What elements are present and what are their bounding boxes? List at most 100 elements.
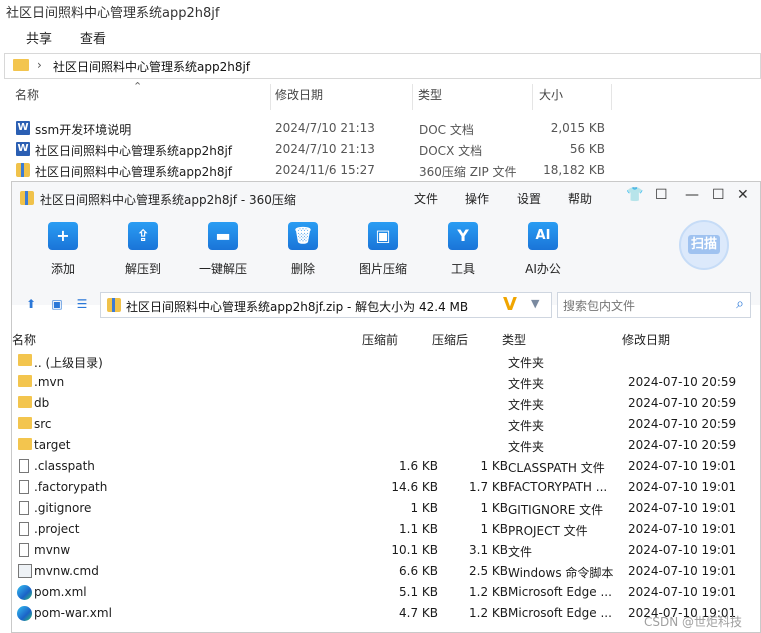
extract-to-button[interactable]: ⇪ 解压到 — [108, 222, 178, 277]
one-click-extract-label: 一键解压 — [198, 262, 247, 276]
list-header-name[interactable]: 名称 — [12, 331, 36, 348]
archive-row-after: 2.5 KB — [469, 564, 508, 578]
archive-row-after: 1.2 KB — [469, 606, 508, 620]
ribbon-view-tab[interactable]: 查看 — [80, 28, 106, 47]
archive-row-modified: 2024-07-10 20:59 — [628, 396, 737, 410]
file-modified: 2024/7/10 21:13 — [275, 121, 375, 135]
archive-row-before: 1.1 KB — [399, 522, 438, 536]
delete-button[interactable]: 🗑 删除 — [268, 222, 338, 277]
column-divider[interactable] — [532, 84, 533, 110]
file-name: ssm开发环境说明 — [35, 123, 132, 137]
archive-row-modified: 2024-07-10 20:59 — [628, 375, 737, 389]
archive-row-before: 14.6 KB — [391, 480, 438, 494]
column-header-name[interactable]: 名称 — [15, 86, 39, 112]
archive-row[interactable]: pom.xml 5.1 KB 1.2 KB Microsoft Edge ... 202… — [12, 582, 760, 603]
menu-file[interactable]: 文件 — [414, 190, 438, 207]
archive-row-after: 1 KB — [480, 459, 508, 473]
archive-row[interactable]: .project 1.1 KB 1 KB PROJECT 文件 2024-07-10 1… — [12, 519, 760, 540]
column-divider[interactable] — [270, 84, 271, 110]
maximize-button[interactable]: ☐ — [712, 187, 725, 203]
archive-row-modified: 2024-07-10 20:59 — [628, 417, 737, 431]
breadcrumb-chevron-icon[interactable]: › — [37, 58, 42, 72]
list-header-before[interactable]: 压缩前 — [362, 331, 398, 348]
file-row[interactable]: 社区日间照料中心管理系统app2h8jf 2024/11/6 15:27 360… — [0, 160, 761, 181]
folder-icon — [18, 354, 32, 366]
tools-button[interactable]: Y 工具 — [428, 222, 498, 277]
ai-office-button[interactable]: AI AI办公 — [508, 222, 578, 277]
ribbon-share-tab[interactable]: 共享 — [26, 28, 52, 47]
archive-row[interactable]: .. (上级目录) 文件夹 — [12, 351, 760, 372]
archive-row-type: CLASSPATH 文件 — [508, 461, 605, 475]
archive-row-type: Windows 命令脚本 — [508, 566, 614, 580]
ai-office-label: AI办公 — [525, 262, 561, 276]
tools-icon: Y — [448, 222, 478, 250]
image-compress-button[interactable]: ▣ 图片压缩 — [348, 222, 418, 277]
archive-row-before: 10.1 KB — [391, 543, 438, 557]
archive-row-after: 1 KB — [480, 501, 508, 515]
archiver-title: 社区日间照料中心管理系统app2h8jf - 360压缩 — [40, 193, 296, 207]
archive-row[interactable]: .classpath 1.6 KB 1 KB CLASSPATH 文件 2024-07-… — [12, 456, 760, 477]
column-header-modified[interactable]: 修改日期 — [275, 86, 323, 112]
column-header-type[interactable]: 类型 — [418, 86, 442, 112]
feedback-icon[interactable]: ☐ — [655, 187, 668, 203]
archive-row-before: 4.7 KB — [399, 606, 438, 620]
folder-icon — [18, 375, 32, 387]
list-header-after[interactable]: 压缩后 — [432, 331, 468, 348]
column-header-size[interactable]: 大小 — [539, 86, 563, 112]
file-row[interactable]: W 社区日间照料中心管理系统app2h8jf 2024/7/10 21:13 D… — [0, 139, 761, 160]
archiver-window: 社区日间照料中心管理系统app2h8jf - 360压缩 文件 操作 设置 帮助… — [11, 181, 761, 633]
archive-row[interactable]: db 文件夹 2024-07-10 20:59 — [12, 393, 760, 414]
search-input[interactable] — [561, 296, 725, 316]
column-divider[interactable] — [611, 84, 612, 110]
archive-row[interactable]: .factorypath 14.6 KB 1.7 KB FACTORYPATH ...… — [12, 477, 760, 498]
menu-settings[interactable]: 设置 — [517, 190, 541, 207]
watermark: CSDN @世炬科技 — [644, 615, 743, 629]
archive-row-type: GITIGNORE 文件 — [508, 503, 604, 517]
column-divider[interactable] — [412, 84, 413, 110]
archive-path-box[interactable]: 社区日间照料中心管理系统app2h8jf.zip - 解包大小为 42.4 MB… — [100, 292, 552, 318]
archive-row-after: 3.1 KB — [469, 543, 508, 557]
add-label: 添加 — [50, 262, 75, 276]
scan-label: 扫描 — [687, 235, 720, 254]
folder-icon — [18, 417, 32, 429]
breadcrumb-path[interactable]: 社区日间照料中心管理系统app2h8jf — [53, 58, 250, 75]
archive-row[interactable]: .mvn 文件夹 2024-07-10 20:59 — [12, 372, 760, 393]
address-bar[interactable]: › 社区日间照料中心管理系统app2h8jf — [4, 53, 761, 79]
menu-help[interactable]: 帮助 — [568, 190, 592, 207]
archive-row-after: 1.2 KB — [469, 585, 508, 599]
explorer-title: 社区日间照料中心管理系统app2h8jf — [6, 6, 220, 21]
file-row[interactable]: W ssm开发环境说明 2024/7/10 21:13 DOC 文档 2,015… — [0, 118, 761, 139]
delete-label: 删除 — [290, 262, 315, 276]
v-icon[interactable]: V — [503, 294, 517, 315]
list-header-modified[interactable]: 修改日期 — [622, 331, 670, 348]
archive-row-name: .classpath — [34, 459, 95, 473]
up-arrow-icon[interactable]: ⬆ — [24, 297, 38, 311]
archive-row[interactable]: mvnw.cmd 6.6 KB 2.5 KB Windows 命令脚本 2024-07-… — [12, 561, 760, 582]
file-type: DOCX 文档 — [419, 144, 483, 158]
one-click-extract-icon: ▬ — [208, 222, 238, 250]
archive-row[interactable]: .gitignore 1 KB 1 KB GITIGNORE 文件 2024-07-10… — [12, 498, 760, 519]
archive-row[interactable]: target 文件夹 2024-07-10 20:59 — [12, 435, 760, 456]
menu-operations[interactable]: 操作 — [465, 190, 489, 207]
chevron-down-icon[interactable]: ▼ — [531, 297, 539, 310]
skin-icon[interactable]: 👕 — [626, 187, 643, 203]
minimize-button[interactable]: — — [685, 187, 699, 203]
ai-icon: AI — [528, 222, 558, 250]
file-type: DOC 文档 — [419, 123, 474, 137]
thumbnail-view-icon[interactable]: ▣ — [50, 297, 64, 311]
archive-row-modified: 2024-07-10 19:01 — [628, 459, 737, 473]
explorer-ribbon: 共享 查看 — [0, 22, 761, 48]
archive-row[interactable]: mvnw 10.1 KB 3.1 KB 文件 2024-07-10 19:01 — [12, 540, 760, 561]
close-button[interactable]: ✕ — [737, 187, 749, 203]
archive-nav-bar: ⬆ ▣ ☰ 社区日间照料中心管理系统app2h8jf.zip - 解包大小为 4… — [12, 288, 760, 322]
archive-row-modified: 2024-07-10 19:01 — [628, 543, 737, 557]
search-icon[interactable]: ⌕ — [736, 296, 744, 312]
archive-search[interactable]: ⌕ — [557, 292, 751, 318]
list-header-type[interactable]: 类型 — [502, 331, 526, 348]
archive-row-name: mvnw — [34, 543, 71, 557]
scan-button[interactable]: 扫描 — [679, 220, 729, 270]
one-click-extract-button[interactable]: ▬ 一键解压 — [188, 222, 258, 277]
archive-row[interactable]: src 文件夹 2024-07-10 20:59 — [12, 414, 760, 435]
list-view-icon[interactable]: ☰ — [75, 297, 89, 311]
add-button[interactable]: + 添加 — [28, 222, 98, 277]
